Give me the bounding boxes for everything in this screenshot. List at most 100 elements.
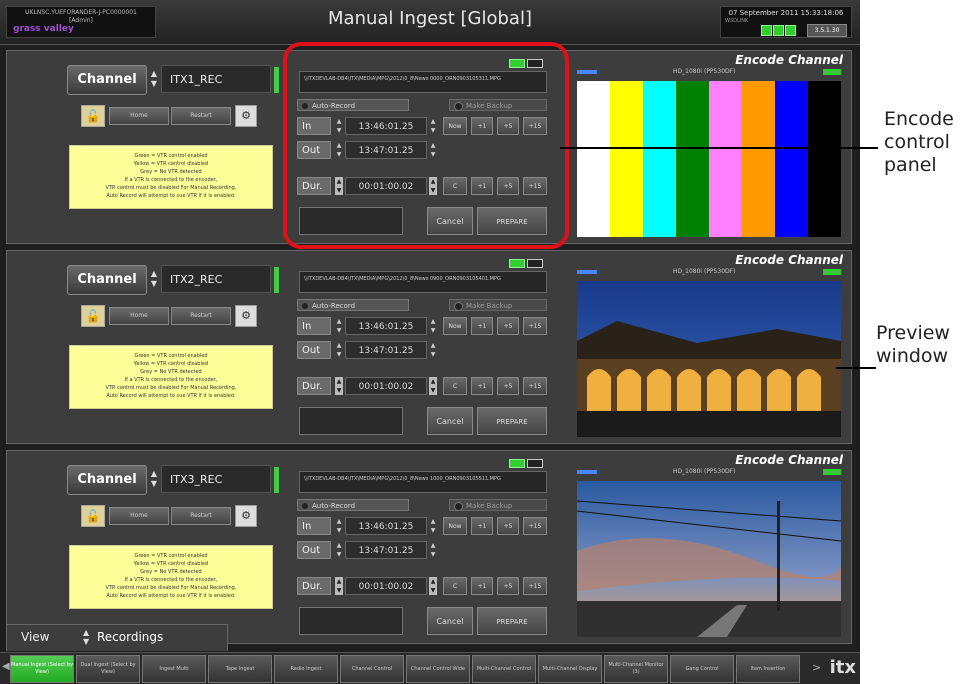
dur-spin-icon[interactable]: ▲ ▼ xyxy=(335,377,343,395)
now-button[interactable]: Now xyxy=(443,117,467,135)
dur-spin-icon-2[interactable]: ▲ ▼ xyxy=(429,177,437,195)
cancel-button[interactable]: Cancel xyxy=(427,407,473,435)
prepare-button[interactable]: PREPARE xyxy=(477,407,547,435)
dur-plus5-button[interactable]: +5 xyxy=(497,577,519,595)
dur-plus15-button[interactable]: +15 xyxy=(523,377,547,395)
restart-button[interactable]: Restart xyxy=(171,507,231,525)
nav-tab[interactable]: Manual Ingest (Select by View) xyxy=(10,655,74,683)
now-button[interactable]: Now xyxy=(443,517,467,535)
clear-button[interactable]: C xyxy=(443,177,467,195)
plus15-button[interactable]: +15 xyxy=(523,117,547,135)
in-spin-icon[interactable]: ▲ ▼ xyxy=(335,317,343,335)
plus15-button[interactable]: +15 xyxy=(523,317,547,335)
plus5-button[interactable]: +5 xyxy=(497,117,519,135)
dur-spin-icon-2[interactable]: ▲ ▼ xyxy=(429,577,437,595)
prepare-button[interactable]: PREPARE xyxy=(477,207,547,235)
nav-left-arrow-icon[interactable]: ◀ xyxy=(2,661,10,672)
channel-spin-icon[interactable]: ▲ ▼ xyxy=(149,69,159,91)
dur-spin-icon-2[interactable]: ▲ ▼ xyxy=(429,377,437,395)
lock-icon[interactable]: 🔓 xyxy=(81,505,105,527)
plus5-button[interactable]: +5 xyxy=(497,517,519,535)
make-backup-toggle[interactable]: Make Backup xyxy=(449,499,547,511)
in-spin-icon-2[interactable]: ▲ ▼ xyxy=(429,117,437,135)
view-selector[interactable]: View ▲ ▼ Recordings xyxy=(6,624,228,651)
home-button[interactable]: Home xyxy=(109,307,169,325)
version-button[interactable]: 3.5.1.30 xyxy=(807,24,847,37)
clear-button[interactable]: C xyxy=(443,577,467,595)
settings-icon[interactable]: ⚙ xyxy=(235,105,257,127)
in-spin-icon[interactable]: ▲ ▼ xyxy=(335,117,343,135)
nav-tab[interactable]: Channel Control Wide xyxy=(406,655,470,683)
dur-spin-icon[interactable]: ▲ ▼ xyxy=(335,577,343,595)
nav-tab[interactable]: Multi-Channel Control xyxy=(472,655,536,683)
out-timecode[interactable]: 13:47:01.25 xyxy=(345,541,427,559)
nav-tab[interactable]: Gang Control xyxy=(670,655,734,683)
nav-tab[interactable]: Tape Ingest xyxy=(208,655,272,683)
dur-plus1-button[interactable]: +1 xyxy=(471,177,493,195)
nav-tab[interactable]: Ingest Multi xyxy=(142,655,206,683)
callout-line-2: window xyxy=(876,345,949,367)
in-timecode[interactable]: 13:46:01.25 xyxy=(345,317,427,335)
dur-timecode[interactable]: 00:01:00.02 xyxy=(345,577,427,595)
channel-button[interactable]: Channel xyxy=(67,265,147,295)
channel-spin-icon[interactable]: ▲ ▼ xyxy=(149,469,159,491)
nav-tab[interactable]: Multi-Channel Display xyxy=(538,655,602,683)
lock-icon[interactable]: 🔓 xyxy=(81,305,105,327)
plus1-button[interactable]: +1 xyxy=(471,317,493,335)
in-spin-icon-2[interactable]: ▲ ▼ xyxy=(429,317,437,335)
dur-plus1-button[interactable]: +1 xyxy=(471,577,493,595)
nav-tab[interactable]: Channel Control xyxy=(340,655,404,683)
view-spin-icon[interactable]: ▲ ▼ xyxy=(83,628,89,646)
home-button[interactable]: Home xyxy=(109,107,169,125)
plus1-button[interactable]: +1 xyxy=(471,117,493,135)
dur-spin-icon[interactable]: ▲ ▼ xyxy=(335,177,343,195)
out-spin-icon[interactable]: ▲ ▼ xyxy=(335,541,343,559)
settings-icon[interactable]: ⚙ xyxy=(235,305,257,327)
in-timecode[interactable]: 13:46:01.25 xyxy=(345,117,427,135)
channel-spin-icon[interactable]: ▲ ▼ xyxy=(149,269,159,291)
nav-tab[interactable]: Radio Ingest xyxy=(274,655,338,683)
auto-record-toggle[interactable]: Auto-Record xyxy=(297,499,409,511)
dur-plus5-button[interactable]: +5 xyxy=(497,177,519,195)
dur-timecode[interactable]: 00:01:00.02 xyxy=(345,377,427,395)
nav-more-icon[interactable]: > xyxy=(812,661,821,674)
nav-tab[interactable]: Dual Ingest (Select by View) xyxy=(76,655,140,683)
settings-icon[interactable]: ⚙ xyxy=(235,505,257,527)
channel-button[interactable]: Channel xyxy=(67,65,147,95)
out-spin-icon[interactable]: ▲ ▼ xyxy=(335,341,343,359)
dur-plus15-button[interactable]: +15 xyxy=(523,177,547,195)
in-spin-icon-2[interactable]: ▲ ▼ xyxy=(429,517,437,535)
nav-tab[interactable]: Multi-Channel Monitor (3) xyxy=(604,655,668,683)
restart-button[interactable]: Restart xyxy=(171,107,231,125)
now-button[interactable]: Now xyxy=(443,317,467,335)
channel-button[interactable]: Channel xyxy=(67,465,147,495)
in-timecode[interactable]: 13:46:01.25 xyxy=(345,517,427,535)
cancel-button[interactable]: Cancel xyxy=(427,207,473,235)
prepare-button[interactable]: PREPARE xyxy=(477,607,547,635)
dur-timecode[interactable]: 00:01:00.02 xyxy=(345,177,427,195)
auto-record-toggle[interactable]: Auto-Record xyxy=(297,99,409,111)
dur-plus1-button[interactable]: +1 xyxy=(471,377,493,395)
dur-plus15-button[interactable]: +15 xyxy=(523,577,547,595)
out-spin-icon-2[interactable]: ▲ ▼ xyxy=(429,541,437,559)
out-spin-icon-2[interactable]: ▲ ▼ xyxy=(429,141,437,159)
home-button[interactable]: Home xyxy=(109,507,169,525)
clear-button[interactable]: C xyxy=(443,377,467,395)
record-status-leds xyxy=(509,59,545,68)
restart-button[interactable]: Restart xyxy=(171,307,231,325)
lock-icon[interactable]: 🔓 xyxy=(81,105,105,127)
auto-record-toggle[interactable]: Auto-Record xyxy=(297,299,409,311)
plus15-button[interactable]: +15 xyxy=(523,517,547,535)
dur-plus5-button[interactable]: +5 xyxy=(497,377,519,395)
out-spin-icon-2[interactable]: ▲ ▼ xyxy=(429,341,437,359)
out-spin-icon[interactable]: ▲ ▼ xyxy=(335,141,343,159)
in-spin-icon[interactable]: ▲ ▼ xyxy=(335,517,343,535)
plus1-button[interactable]: +1 xyxy=(471,517,493,535)
make-backup-toggle[interactable]: Make Backup xyxy=(449,299,547,311)
out-timecode[interactable]: 13:47:01.25 xyxy=(345,141,427,159)
nav-tab[interactable]: Item Insertion xyxy=(736,655,800,683)
out-timecode[interactable]: 13:47:01.25 xyxy=(345,341,427,359)
cancel-button[interactable]: Cancel xyxy=(427,607,473,635)
make-backup-toggle[interactable]: Make Backup xyxy=(449,99,547,111)
plus5-button[interactable]: +5 xyxy=(497,317,519,335)
